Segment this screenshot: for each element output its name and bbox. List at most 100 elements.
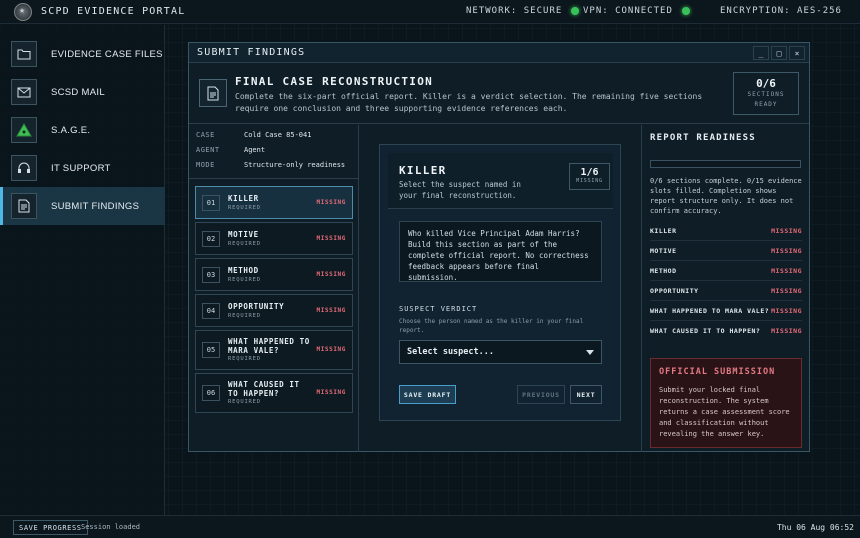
- meta-value-agent: Agent: [244, 146, 266, 154]
- triangle-icon: [11, 117, 37, 143]
- readiness-row: KILLER MISSING: [650, 227, 802, 235]
- readiness-row-name: WHAT HAPPENED TO MARA VALE?: [650, 307, 770, 315]
- readiness-row: MOTIVE MISSING: [650, 247, 802, 255]
- readiness-row-name: MOTIVE: [650, 247, 677, 255]
- top-bar: SCPD EVIDENCE PORTAL NETWORK: SECURE VPN…: [0, 0, 860, 24]
- official-submission-description: Submit your locked final reconstruction.…: [659, 386, 790, 438]
- sidebar-item-sage[interactable]: S.A.G.E.: [0, 111, 165, 149]
- sections-ready-value: 0/6: [756, 77, 776, 90]
- section-required: REQUIRED: [228, 241, 261, 247]
- sidebar-item-label: SUBMIT FINDINGS: [51, 200, 140, 212]
- section-name: WHAT CAUSED IT TO HAPPEN?: [228, 380, 300, 398]
- killer-section-header: KILLER Select the suspect named in your …: [388, 153, 613, 209]
- page-title: FINAL CASE RECONSTRUCTION: [235, 75, 434, 88]
- section-status: MISSING: [316, 307, 346, 314]
- section-item-method[interactable]: 03 METHOD REQUIRED MISSING: [195, 258, 353, 291]
- meta-key-case: CASE: [196, 131, 215, 139]
- section-number: 01: [202, 195, 220, 211]
- readiness-row: METHOD MISSING: [650, 267, 802, 275]
- sections-ready-label: SECTIONS: [747, 91, 785, 98]
- section-number: 03: [202, 267, 220, 283]
- divider: [650, 240, 802, 241]
- readiness-row-name: WHAT CAUSED IT TO HAPPEN?: [650, 327, 761, 335]
- section-item-killer[interactable]: 01 KILLER REQUIRED MISSING: [195, 186, 353, 219]
- minimize-button[interactable]: _: [753, 46, 769, 60]
- readiness-row-status: MISSING: [771, 327, 802, 335]
- sidebar-item-submit-findings[interactable]: SUBMIT FINDINGS: [0, 187, 165, 225]
- readiness-row-status: MISSING: [771, 267, 802, 275]
- sidebar: EVIDENCE CASE FILES SCSD MAIL S.A.G.E. I…: [0, 25, 165, 515]
- session-status: Session loaded: [81, 523, 141, 531]
- readiness-row-name: METHOD: [650, 267, 677, 275]
- headset-icon: [11, 155, 37, 181]
- section-required: REQUIRED: [228, 399, 261, 405]
- report-readiness-title: REPORT READINESS: [650, 133, 756, 143]
- previous-button[interactable]: PREVIOUS: [517, 385, 565, 404]
- next-button[interactable]: NEXT: [570, 385, 602, 404]
- readiness-row-status: MISSING: [771, 307, 802, 315]
- section-status: MISSING: [316, 389, 346, 396]
- section-status: MISSING: [316, 235, 346, 242]
- sidebar-item-evidence-case-files[interactable]: EVIDENCE CASE FILES: [0, 35, 165, 73]
- encryption-label: ENCRYPTION: AES-256: [720, 6, 842, 16]
- suspect-verdict-label: SUSPECT VERDICT: [399, 305, 478, 313]
- sidebar-item-scsd-mail[interactable]: SCSD MAIL: [0, 73, 165, 111]
- divider: [650, 300, 802, 301]
- section-item-mara-vale[interactable]: 05 WHAT HAPPENED TO MARA VALE? REQUIRED …: [195, 330, 353, 370]
- sidebar-item-label: S.A.G.E.: [51, 124, 91, 136]
- official-submission-card[interactable]: OFFICIAL SUBMISSION Submit your locked f…: [650, 358, 802, 448]
- folder-icon: [11, 41, 37, 67]
- section-question: Who killed Vice Principal Adam Harris? B…: [399, 221, 602, 282]
- sidebar-item-it-support[interactable]: IT SUPPORT: [0, 149, 165, 187]
- meta-key-agent: AGENT: [196, 146, 220, 154]
- section-item-motive[interactable]: 02 MOTIVE REQUIRED MISSING: [195, 222, 353, 255]
- section-required: REQUIRED: [228, 313, 261, 319]
- network-status-label: NETWORK: SECURE: [466, 6, 563, 16]
- section-counter-label: MISSING: [576, 178, 603, 184]
- portal-title: SCPD EVIDENCE PORTAL: [41, 6, 186, 17]
- sidebar-item-label: IT SUPPORT: [51, 162, 111, 174]
- sections-ready-label-2: READY: [754, 101, 778, 108]
- section-name: KILLER: [228, 194, 259, 203]
- suspect-verdict-hint: Choose the person named as the killer in…: [399, 318, 584, 334]
- suspect-select[interactable]: Select suspect...: [399, 340, 602, 364]
- section-name: MOTIVE: [228, 230, 259, 239]
- network-status: NETWORK: SECURE: [466, 6, 580, 16]
- meta-key-mode: MODE: [196, 161, 215, 169]
- sidebar-item-label: EVIDENCE CASE FILES: [51, 48, 163, 60]
- save-progress-button[interactable]: SAVE PROGRESS: [13, 520, 88, 535]
- section-number: 04: [202, 303, 220, 319]
- killer-section-form: KILLER Select the suspect named in your …: [379, 144, 621, 421]
- clock: Thu 06 Aug 06:52: [776, 523, 854, 532]
- section-item-cause[interactable]: 06 WHAT CAUSED IT TO HAPPEN? REQUIRED MI…: [195, 373, 353, 413]
- section-name: OPPORTUNITY: [228, 302, 285, 311]
- section-name: WHAT HAPPENED TO MARA VALE?: [228, 337, 310, 355]
- section-item-opportunity[interactable]: 04 OPPORTUNITY REQUIRED MISSING: [195, 294, 353, 327]
- window-titlebar[interactable]: SUBMIT FINDINGS _ □ ×: [189, 43, 809, 63]
- report-header: FINAL CASE RECONSTRUCTION Complete the s…: [189, 64, 809, 124]
- vpn-indicator-icon: [681, 7, 690, 15]
- readiness-progress-bar: [650, 160, 801, 168]
- readiness-summary: 0/6 sections complete. 0/15 evidence slo…: [650, 177, 802, 215]
- encryption-status: ENCRYPTION: AES-256: [720, 6, 842, 16]
- readiness-row-name: KILLER: [650, 227, 677, 235]
- readiness-row-name: OPPORTUNITY: [650, 287, 699, 295]
- section-status: MISSING: [316, 271, 346, 278]
- divider: [650, 280, 802, 281]
- section-counter-value: 1/6: [580, 167, 599, 178]
- save-draft-button[interactable]: SAVE DRAFT: [399, 385, 456, 404]
- report-document-icon: [199, 79, 227, 107]
- maximize-button[interactable]: □: [771, 46, 787, 60]
- section-number: 02: [202, 231, 220, 247]
- readiness-row-status: MISSING: [771, 287, 802, 295]
- close-button[interactable]: ×: [789, 46, 805, 60]
- section-required: REQUIRED: [228, 205, 261, 211]
- divider: [650, 320, 802, 321]
- readiness-row: OPPORTUNITY MISSING: [650, 287, 802, 295]
- section-name: METHOD: [228, 266, 259, 275]
- divider: [189, 178, 358, 179]
- section-status: MISSING: [316, 346, 346, 353]
- window-title: SUBMIT FINDINGS: [197, 47, 306, 58]
- section-list-panel: CASE Cold Case 85-041 AGENT Agent MODE S…: [189, 125, 359, 452]
- readiness-row: WHAT CAUSED IT TO HAPPEN? MISSING: [650, 327, 802, 335]
